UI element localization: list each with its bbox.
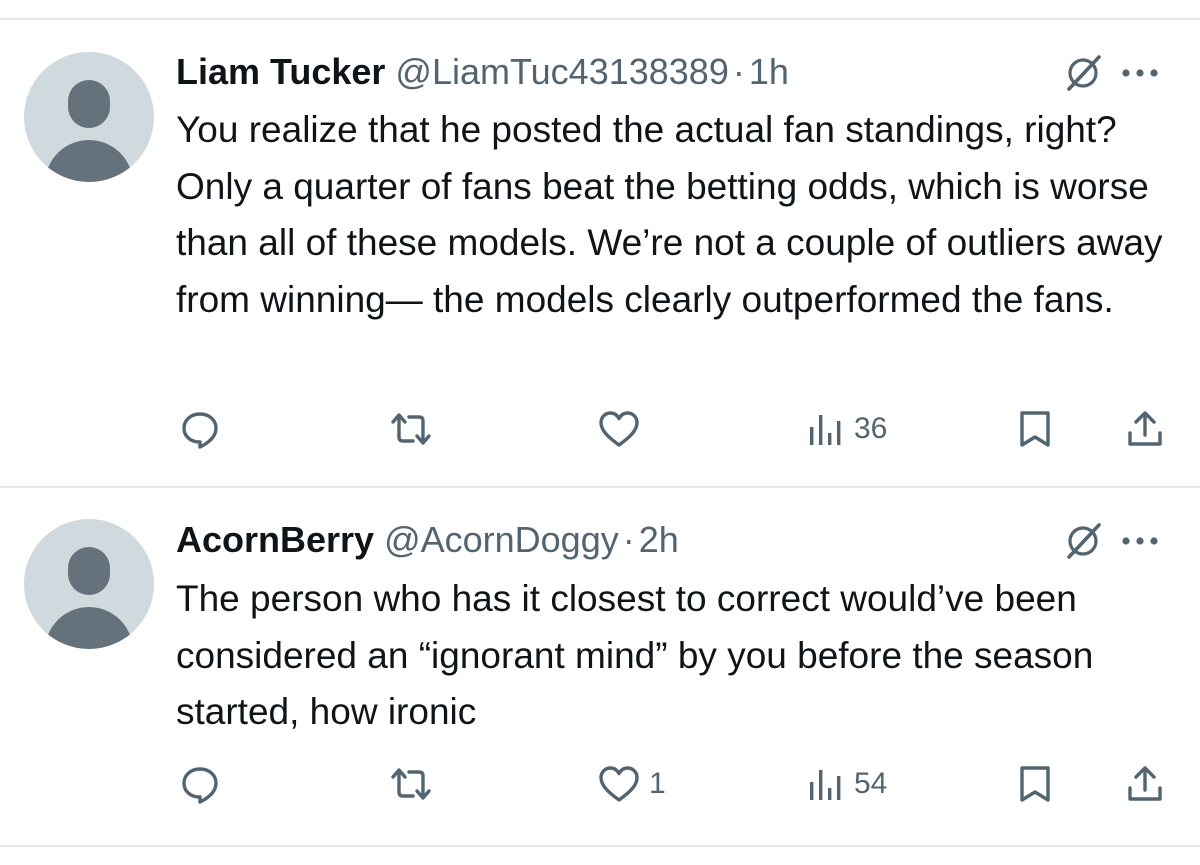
avatar-head-shape [68, 547, 110, 595]
retweet-button[interactable] [389, 409, 441, 449]
action-bar: 36 [0, 409, 1200, 449]
tweet-divider [0, 486, 1200, 488]
like-count: 1 [649, 767, 666, 800]
views-count: 54 [854, 767, 888, 800]
display-name[interactable]: AcornBerry [176, 517, 374, 563]
avatar-head-shape [68, 80, 110, 128]
avatar-body-shape [45, 607, 133, 649]
share-icon [1128, 411, 1162, 446]
reply-icon [182, 412, 218, 449]
like-icon [599, 766, 639, 802]
share-button[interactable] [1125, 409, 1165, 449]
share-button[interactable] [1125, 764, 1165, 804]
display-name[interactable]: Liam Tucker [176, 49, 385, 95]
avatar[interactable] [24, 519, 154, 649]
like-button[interactable]: 1 [597, 764, 666, 804]
top-divider [0, 18, 1200, 20]
reply-icon [182, 767, 218, 804]
tweet-header: Liam Tucker @LiamTuc43138389 · 1h [176, 49, 789, 95]
user-handle[interactable]: @AcornDoggy [384, 517, 619, 563]
grok-icon[interactable] [1063, 53, 1103, 93]
tweet-text: You realize that he posted the actual fa… [176, 109, 1163, 320]
bottom-divider [0, 845, 1200, 847]
views-button[interactable]: 36 [806, 409, 887, 449]
more-icon[interactable] [1118, 67, 1162, 79]
avatar-body-shape [45, 140, 133, 182]
views-button[interactable]: 54 [806, 764, 887, 804]
like-icon [599, 411, 639, 447]
bookmark-icon [1020, 766, 1050, 802]
bookmark-icon [1020, 411, 1050, 447]
tweet-header: AcornBerry @AcornDoggy · 2h [176, 517, 679, 563]
separator-dot: · [732, 51, 745, 92]
timestamp[interactable]: 2h [639, 517, 679, 563]
views-count: 36 [854, 412, 888, 445]
grok-icon[interactable] [1063, 521, 1103, 561]
like-button[interactable] [597, 409, 649, 449]
tweet-text: The person who has it closest to correct… [176, 578, 1094, 732]
separator-dot: · [622, 519, 635, 560]
share-icon [1128, 766, 1162, 801]
retweet-button[interactable] [389, 764, 441, 804]
retweet-icon [391, 413, 431, 445]
action-bar: 1 54 [0, 764, 1200, 804]
reply-button[interactable] [180, 409, 228, 449]
bookmark-button[interactable] [1017, 409, 1053, 449]
views-icon [810, 770, 841, 800]
views-icon [810, 415, 841, 445]
user-handle[interactable]: @LiamTuc43138389 [395, 49, 728, 95]
reply-button[interactable] [180, 764, 228, 804]
retweet-icon [391, 768, 431, 800]
avatar[interactable] [24, 52, 154, 182]
timestamp[interactable]: 1h [749, 49, 789, 95]
more-icon[interactable] [1118, 535, 1162, 547]
bookmark-button[interactable] [1017, 764, 1053, 804]
